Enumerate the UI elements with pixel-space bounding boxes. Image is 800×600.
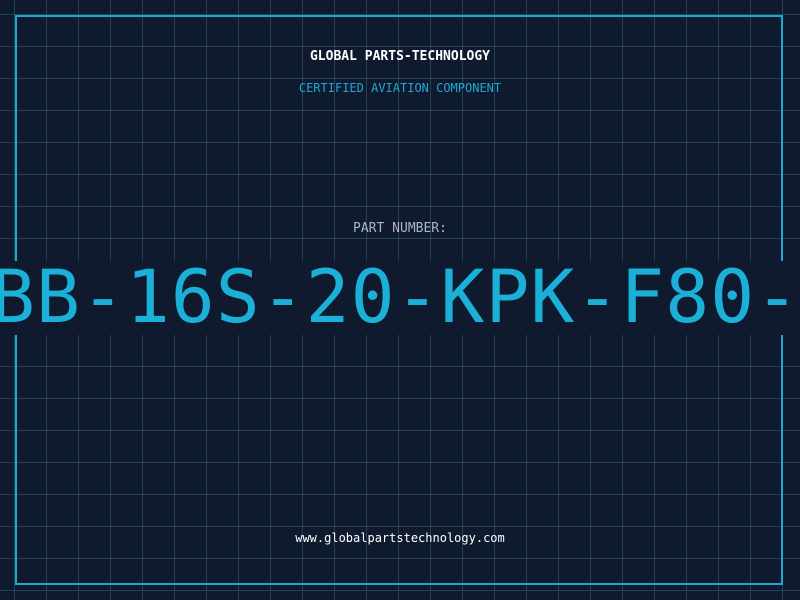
part-number-band: BB-16S-20-KPK-F80- bbox=[0, 261, 800, 335]
company-name: GLOBAL PARTS-TECHNOLOGY bbox=[309, 49, 490, 64]
part-number-label: PART NUMBER: bbox=[353, 221, 447, 236]
certificate-page: GLOBAL PARTS-TECHNOLOGY CERTIFIED AVIATI… bbox=[0, 0, 800, 600]
website-url: www.globalpartstechnology.com bbox=[295, 531, 505, 545]
certification-subtitle: CERTIFIED AVIATION COMPONENT bbox=[298, 81, 502, 95]
part-number-value: BB-16S-20-KPK-F80- bbox=[0, 261, 800, 335]
